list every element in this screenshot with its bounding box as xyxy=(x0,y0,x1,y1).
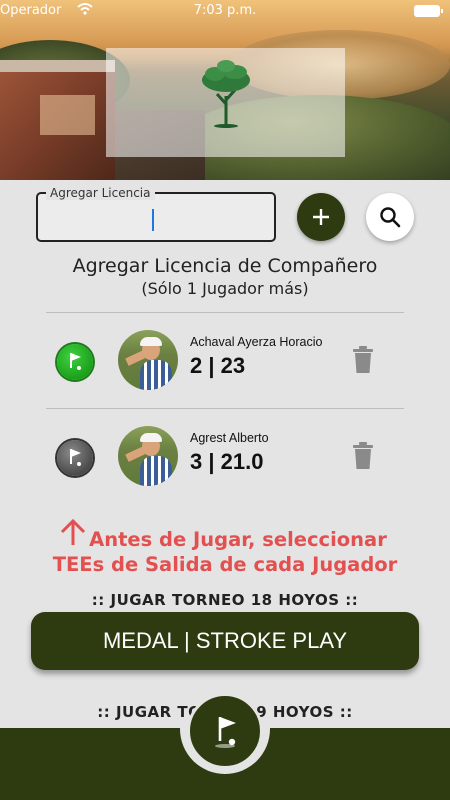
medal-stroke-play-button[interactable]: MEDAL | STROKE PLAY xyxy=(31,612,419,670)
warning-line-2: TEEs de Salida de cada Jugador xyxy=(52,553,398,576)
tee-selector[interactable] xyxy=(57,344,93,380)
player-name: Achaval Ayerza Horacio xyxy=(190,335,323,349)
player-row: Achaval Ayerza Horacio 2 | 23 xyxy=(0,320,450,400)
tree-logo-icon xyxy=(202,60,250,128)
add-companion-title: Agregar Licencia de Compañero xyxy=(72,255,378,277)
add-companion-subtitle: (Sólo 1 Jugador más) xyxy=(141,279,309,298)
tee-selector[interactable] xyxy=(57,440,93,476)
search-button[interactable] xyxy=(366,193,414,241)
tournament-18-heading: :: JUGAR TORNEO 18 HOYOS :: xyxy=(91,591,359,609)
hero-clubhouse xyxy=(0,60,115,180)
golf-flag-icon xyxy=(70,449,81,466)
clock: 7:03 p.m. xyxy=(193,3,257,18)
license-input[interactable] xyxy=(38,194,274,240)
avatar xyxy=(118,426,178,486)
plus-icon xyxy=(313,209,329,225)
trash-icon[interactable] xyxy=(350,345,376,375)
golf-flag-icon xyxy=(70,353,81,370)
player-stats: 2 | 23 xyxy=(190,353,246,378)
battery-icon xyxy=(414,5,443,17)
license-label: Agregar Licencia xyxy=(46,186,155,200)
player-row: Agrest Alberto 3 | 21.0 xyxy=(0,416,450,496)
golf-flag-icon xyxy=(215,717,236,748)
divider xyxy=(46,312,404,313)
text-cursor xyxy=(152,209,154,231)
divider xyxy=(46,408,404,409)
header-image xyxy=(0,0,450,180)
add-license-button[interactable] xyxy=(297,193,345,241)
avatar xyxy=(118,330,178,390)
play-golf-button[interactable] xyxy=(187,693,263,769)
trash-icon[interactable] xyxy=(350,441,376,471)
club-logo xyxy=(106,48,345,157)
player-name: Agrest Alberto xyxy=(190,431,269,445)
arrow-up-icon xyxy=(60,518,86,545)
status-bar: Operador 7:03 p.m. xyxy=(0,0,450,22)
tee-warning: Antes de Jugar, seleccionar TEEs de Sali… xyxy=(0,518,450,577)
search-icon xyxy=(380,207,401,228)
player-stats: 3 | 21.0 xyxy=(190,449,264,474)
